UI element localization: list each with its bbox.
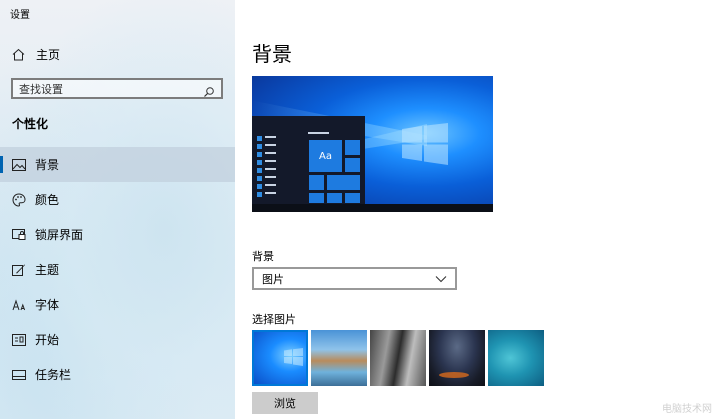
search-input[interactable]: 查找设置	[19, 81, 203, 97]
taskbar-icon	[12, 368, 26, 382]
nav-home[interactable]: 主页	[12, 45, 60, 63]
background-select[interactable]: 图片	[252, 267, 457, 290]
app-title: 设置	[10, 10, 30, 21]
sidebar-item-label: 任务栏	[35, 368, 72, 382]
font-icon	[12, 298, 26, 312]
page-title: 背景	[252, 42, 292, 66]
sidebar-item-colors[interactable]: 颜色	[0, 182, 235, 217]
sidebar-item-background[interactable]: 背景	[0, 147, 235, 182]
nav-home-label: 主页	[36, 47, 61, 62]
start-icon	[12, 333, 26, 347]
palette-icon	[12, 192, 26, 207]
sidebar-item-label: 背景	[35, 158, 60, 172]
sidebar-item-fonts[interactable]: 字体	[0, 287, 235, 322]
preview-start-menu: Aa	[252, 116, 365, 204]
sidebar-item-label: 字体	[35, 298, 60, 312]
picture-thumbnail[interactable]	[311, 330, 367, 386]
lock-screen-icon	[12, 228, 26, 242]
theme-icon	[12, 263, 26, 277]
sidebar-item-start[interactable]: 开始	[0, 322, 235, 357]
sidebar-item-themes[interactable]: 主题	[0, 252, 235, 287]
preview-tile: Aa	[308, 139, 343, 173]
sidebar-item-label: 开始	[35, 333, 60, 347]
background-select-value: 图片	[262, 272, 284, 286]
watermark: 电脑技术网	[662, 404, 712, 415]
sidebar-item-lock-screen[interactable]: 锁屏界面	[0, 217, 235, 252]
picture-thumbnails	[252, 330, 547, 386]
sidebar-item-label: 锁屏界面	[35, 228, 84, 242]
choose-picture-label: 选择图片	[252, 313, 296, 326]
search-icon[interactable]	[203, 83, 215, 97]
browse-button[interactable]: 浏览	[252, 392, 318, 414]
image-icon	[12, 158, 26, 172]
picture-thumbnail[interactable]	[429, 330, 485, 386]
picture-thumbnail[interactable]	[488, 330, 544, 386]
sidebar-item-label: 主题	[35, 263, 60, 277]
search-box[interactable]: 查找设置	[11, 78, 223, 99]
sidebar-item-label: 颜色	[35, 193, 60, 207]
home-icon	[12, 48, 28, 61]
preview-taskbar	[252, 204, 493, 212]
main-content: 背景 Aa 背景 图片 选择图片 浏览 电脑技术网	[235, 0, 720, 419]
sidebar: 设置 主页 查找设置 个性化 背景 颜色 锁屏界面 主题 字体 开始 任务栏	[0, 0, 235, 419]
nav-list: 背景 颜色 锁屏界面 主题 字体 开始 任务栏	[0, 147, 235, 392]
background-label: 背景	[252, 250, 274, 263]
windows-logo-icon	[402, 123, 448, 165]
picture-thumbnail[interactable]	[252, 330, 308, 386]
desktop-preview: Aa	[252, 76, 493, 212]
section-title: 个性化	[12, 117, 49, 131]
chevron-down-icon	[435, 275, 447, 282]
picture-thumbnail[interactable]	[370, 330, 426, 386]
sidebar-item-taskbar[interactable]: 任务栏	[0, 357, 235, 392]
